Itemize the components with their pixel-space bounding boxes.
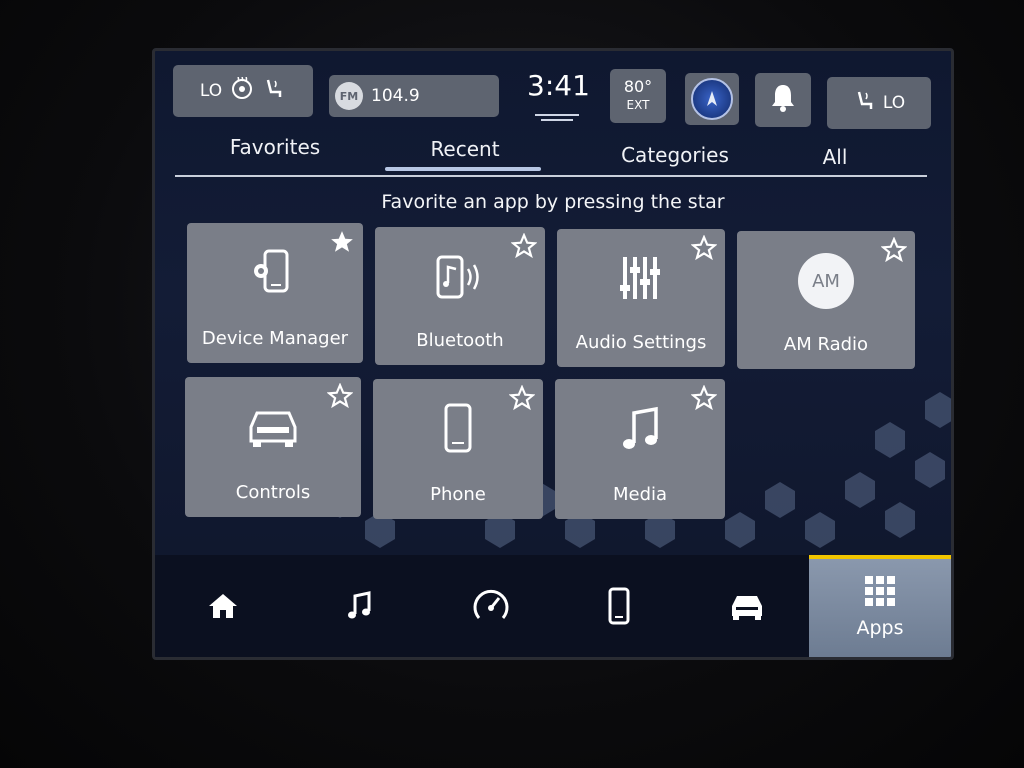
music-icon	[348, 591, 371, 619]
app-tile-device-manager[interactable]: Device Manager	[187, 223, 363, 363]
app-tile-label: Phone	[430, 484, 486, 505]
notifications-button[interactable]	[755, 73, 811, 127]
vehicle-icon	[732, 596, 762, 620]
app-tile-media[interactable]: Media	[555, 379, 725, 519]
star-outline-icon[interactable]	[691, 385, 717, 411]
star-outline-icon[interactable]	[691, 235, 717, 261]
app-tile-label: AM Radio	[783, 334, 869, 355]
active-tab-indicator	[385, 167, 541, 171]
phone-icon	[444, 403, 472, 453]
heated-seat-icon	[262, 77, 286, 106]
phone-icon	[608, 587, 630, 625]
bell-icon	[768, 82, 798, 119]
app-tile-label: Audio Settings	[575, 332, 707, 353]
favorite-hint: Favorite an app by pressing the star	[381, 191, 725, 213]
assistant-icon	[691, 78, 733, 120]
am-radio-icon: AM	[798, 253, 854, 309]
vehicle-button[interactable]	[717, 581, 777, 631]
temperature-value: 80°	[623, 77, 653, 96]
status-bar: LO FM 104.9 3:41 80° EXT LO	[155, 51, 951, 131]
apps-grid-icon	[865, 576, 895, 606]
apps-button[interactable]: Apps	[809, 555, 951, 657]
exterior-temperature: 80° EXT	[610, 69, 666, 123]
fm-band-badge: FM	[335, 82, 363, 110]
app-tile-phone[interactable]: Phone	[373, 379, 543, 519]
voice-assistant-button[interactable]	[685, 73, 739, 125]
tab-recent[interactable]: Recent	[385, 137, 545, 161]
media-icon	[623, 406, 658, 449]
star-outline-icon[interactable]	[881, 237, 907, 263]
app-tile-audio-settings[interactable]: Audio Settings	[557, 229, 725, 367]
audio-settings-icon	[620, 257, 660, 299]
apps-label: Apps	[856, 617, 904, 639]
now-playing-radio-button[interactable]: FM 104.9	[329, 75, 499, 117]
home-button[interactable]	[193, 581, 253, 631]
seat-level-label: LO	[199, 81, 223, 101]
tab-all[interactable]: All	[785, 145, 885, 169]
app-tile-bluetooth[interactable]: Bluetooth	[375, 227, 545, 365]
phone-nav-button[interactable]	[589, 581, 649, 631]
media-nav-button[interactable]	[329, 581, 389, 631]
steering-wheel-heat-icon	[230, 76, 254, 106]
star-outline-icon[interactable]	[327, 383, 353, 409]
radio-frequency: 104.9	[371, 86, 420, 106]
star-filled-icon[interactable]	[329, 229, 355, 255]
app-tile-label: Media	[612, 484, 668, 505]
infotainment-screen: LO FM 104.9 3:41 80° EXT LO Favorites Re…	[152, 48, 954, 660]
app-tile-label: Bluetooth	[416, 330, 504, 351]
tab-categories[interactable]: Categories	[595, 143, 755, 167]
app-category-tabs: Favorites Recent Categories All	[175, 131, 927, 181]
device-manager-icon	[254, 249, 289, 293]
heated-seat-icon	[853, 89, 877, 118]
app-tile-label: Device Manager	[201, 328, 349, 349]
app-tile-label: Controls	[235, 482, 311, 503]
controls-icon	[249, 411, 297, 447]
am-badge: AM	[798, 253, 854, 309]
heated-seat-right-button[interactable]: LO	[827, 77, 931, 129]
bluetooth-icon	[436, 255, 479, 299]
star-outline-icon[interactable]	[509, 385, 535, 411]
app-tile-controls[interactable]: Controls	[185, 377, 361, 517]
heated-seat-left-button[interactable]: LO	[173, 65, 313, 117]
tab-divider	[175, 175, 927, 177]
clock-indicator	[535, 111, 579, 124]
seat-level-label: LO	[882, 93, 906, 113]
performance-button[interactable]	[461, 581, 521, 631]
bottom-nav-bar: Apps	[155, 555, 951, 657]
home-icon	[209, 594, 237, 618]
tab-favorites[interactable]: Favorites	[215, 135, 335, 159]
temperature-label: EXT	[626, 98, 650, 112]
performance-icon	[473, 589, 509, 619]
star-outline-icon[interactable]	[511, 233, 537, 259]
app-tile-am-radio[interactable]: AM AM Radio	[737, 231, 915, 369]
